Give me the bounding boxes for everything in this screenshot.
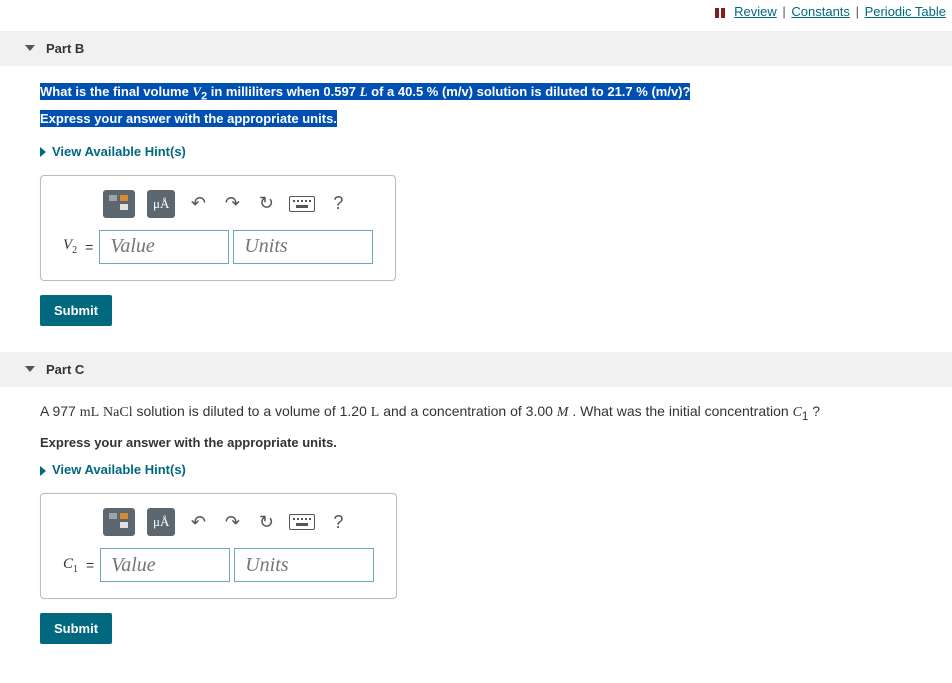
chevron-down-icon [25,45,35,51]
periodic-table-link[interactable]: Periodic Table [865,4,946,19]
reset-icon[interactable]: ↻ [255,193,277,214]
separator: | [782,4,785,19]
fraction-tool-button[interactable] [103,508,135,536]
instruction: Express your answer with the appropriate… [40,435,912,450]
q-text: (m/v)? [648,84,691,99]
redo-icon[interactable]: ↷ [221,193,243,214]
equals: = [85,239,93,255]
fraction-icon [109,195,130,213]
reset-icon[interactable]: ↻ [255,512,277,533]
variable-label: V2 [63,237,77,256]
part-b-body: What is the final volume V2 in millilite… [0,66,952,344]
fraction-icon [109,513,130,531]
undo-icon[interactable]: ↶ [187,512,209,533]
q-text: (m/v) solution is diluted to 21.7 [438,84,636,99]
units-tool-button[interactable]: μÅ [147,508,175,536]
q-text: % [636,84,648,99]
toolbar: μÅ ↶ ↷ ↻ ? [103,190,373,218]
fraction-tool-button[interactable] [103,190,135,218]
separator: | [856,4,859,19]
question-text: What is the final volume V2 in millilite… [40,80,912,132]
view-hints-link[interactable]: View Available Hint(s) [40,462,912,477]
q-var: V [192,84,201,99]
part-b-title: Part B [46,41,84,56]
help-icon[interactable]: ? [327,512,349,533]
input-row: C1 = [63,548,374,582]
q-text: of a 40.5 [368,84,427,99]
undo-icon[interactable]: ↶ [187,193,209,214]
equals: = [86,557,94,573]
keyboard-icon[interactable] [289,196,315,212]
toolbar: μÅ ↶ ↷ ↻ ? [103,508,374,536]
answer-box: μÅ ↶ ↷ ↻ ? V2 = [40,175,396,281]
review-link[interactable]: Review [734,4,777,19]
part-c-body: A 977 mL NaCl solution is diluted to a v… [0,387,952,662]
q-text: % [427,84,439,99]
redo-icon[interactable]: ↷ [221,512,243,533]
triangle-right-icon [40,147,46,157]
submit-button[interactable]: Submit [40,295,112,326]
pause-icon [715,8,727,18]
answer-box: μÅ ↶ ↷ ↻ ? C1 = [40,493,397,599]
part-c-title: Part C [46,362,84,377]
constants-link[interactable]: Constants [791,4,850,19]
help-icon[interactable]: ? [327,193,349,214]
view-hints-link[interactable]: View Available Hint(s) [40,144,912,159]
part-c-header[interactable]: Part C [0,352,952,387]
q-unit: L [360,84,368,99]
units-input[interactable] [234,548,374,582]
q-instruction: Express your answer with the appropriate… [40,110,337,127]
q-text: in milliliters when 0.597 [207,84,359,99]
question-text: A 977 mL NaCl solution is diluted to a v… [40,401,912,425]
keyboard-icon[interactable] [289,514,315,530]
submit-button[interactable]: Submit [40,613,112,644]
top-links: Review | Constants | Periodic Table [0,0,952,23]
value-input[interactable] [99,230,229,264]
units-tool-button[interactable]: μÅ [147,190,175,218]
hints-label: View Available Hint(s) [52,462,186,477]
q-text: What is the final volume [40,84,192,99]
variable-label: C1 [63,556,78,575]
chevron-down-icon [25,366,35,372]
input-row: V2 = [63,230,373,264]
units-input[interactable] [233,230,373,264]
part-b-header[interactable]: Part B [0,31,952,66]
triangle-right-icon [40,466,46,476]
hints-label: View Available Hint(s) [52,144,186,159]
value-input[interactable] [100,548,230,582]
